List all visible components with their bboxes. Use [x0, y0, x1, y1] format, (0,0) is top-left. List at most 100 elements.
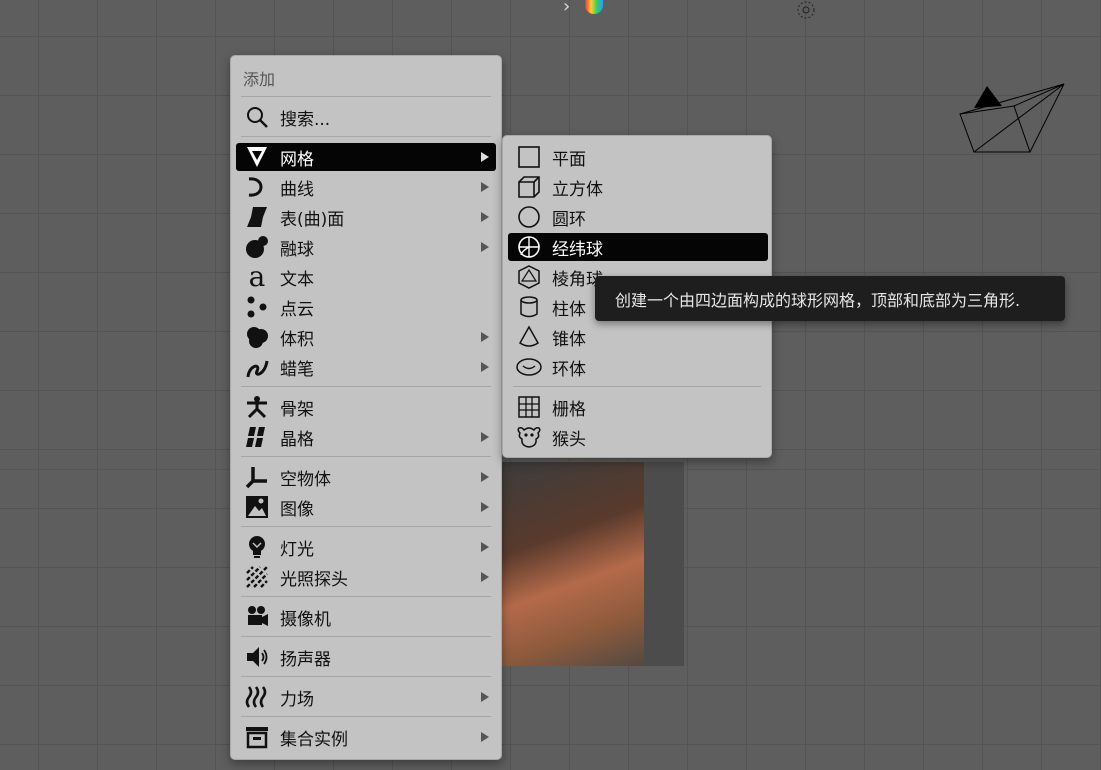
text-icon: a — [248, 260, 266, 293]
divider — [241, 676, 491, 677]
speaker-icon — [244, 644, 270, 670]
origin-target-icon — [797, 1, 815, 19]
divider — [241, 456, 491, 457]
submenu-item-torus[interactable]: 环体 — [508, 353, 768, 381]
menu-item-speaker[interactable]: 扬声器 — [236, 643, 496, 671]
menu-item-metaball[interactable]: 融球 — [236, 233, 496, 261]
light-icon — [244, 534, 270, 560]
menu-item-force-field[interactable]: 力场 — [236, 683, 496, 711]
cone-icon — [516, 324, 542, 350]
menu-item-grease-pencil[interactable]: 蜡笔 — [236, 353, 496, 381]
menu-item-image[interactable]: 图像 — [236, 493, 496, 521]
menu-item-label: 空物体 — [280, 469, 331, 490]
menu-item-label: 图像 — [280, 499, 314, 520]
divider — [241, 386, 491, 387]
submenu-arrow-icon — [481, 182, 489, 192]
menu-item-label: 晶格 — [280, 429, 314, 450]
search-icon — [244, 104, 270, 130]
curve-icon — [244, 174, 270, 200]
plane-icon — [516, 144, 542, 170]
menu-item-label: 灯光 — [280, 539, 314, 560]
menu-item-label: 骨架 — [280, 399, 314, 420]
torus-icon — [516, 354, 542, 380]
menu-item-mesh[interactable]: 网格 — [236, 143, 496, 171]
submenu-item-label: 锥体 — [552, 329, 586, 350]
menu-item-label: 点云 — [280, 299, 314, 320]
submenu-item-plane[interactable]: 平面 — [508, 143, 768, 171]
submenu-arrow-icon — [481, 242, 489, 252]
menu-item-label: 网格 — [280, 149, 314, 170]
submenu-item-label: 圆环 — [552, 209, 586, 230]
submenu-arrow-icon — [481, 212, 489, 222]
menu-item-label: 摄像机 — [280, 609, 331, 630]
submenu-item-label: 栅格 — [552, 399, 586, 420]
submenu-arrow-icon — [481, 472, 489, 482]
menu-item-surface[interactable]: 表(曲)面 — [236, 203, 496, 231]
menu-item-empty[interactable]: 空物体 — [236, 463, 496, 491]
mesh-icon — [244, 144, 270, 170]
search-menu-item[interactable]: 搜索... — [236, 103, 496, 131]
submenu-item-cone[interactable]: 锥体 — [508, 323, 768, 351]
camera-icon — [244, 604, 270, 630]
menu-item-camera[interactable]: 摄像机 — [236, 603, 496, 631]
menu-item-label: 力场 — [280, 689, 314, 710]
menu-item-lattice[interactable]: 晶格 — [236, 423, 496, 451]
submenu-item-monkey[interactable]: 猴头 — [508, 423, 768, 451]
surface-icon — [244, 204, 270, 230]
grease-pencil-icon — [244, 354, 270, 380]
viewport-image-object — [500, 462, 684, 666]
menu-item-text[interactable]: a 文本 — [236, 263, 496, 291]
cube-icon — [516, 174, 542, 200]
submenu-item-cube[interactable]: 立方体 — [508, 173, 768, 201]
lattice-icon — [244, 424, 270, 450]
menu-item-armature[interactable]: 骨架 — [236, 393, 496, 421]
light-probe-icon — [244, 564, 270, 590]
menu-item-label: 集合实例 — [280, 729, 348, 750]
shading-gizmo-icon[interactable] — [585, 0, 603, 14]
menu-item-pointcloud[interactable]: 点云 — [236, 293, 496, 321]
submenu-item-label: 环体 — [552, 359, 586, 380]
menu-item-light-probe[interactable]: 光照探头 — [236, 563, 496, 591]
tooltip-text: 创建一个由四边面构成的球形网格，顶部和底部为三角形. — [615, 290, 1021, 310]
submenu-item-label: 猴头 — [552, 429, 586, 450]
submenu-arrow-icon — [481, 332, 489, 342]
menu-item-label: 体积 — [280, 329, 314, 350]
menu-item-volume[interactable]: 体积 — [236, 323, 496, 351]
image-icon — [244, 494, 270, 520]
submenu-arrow-icon — [481, 152, 489, 162]
divider — [241, 136, 491, 137]
menu-item-curve[interactable]: 曲线 — [236, 173, 496, 201]
submenu-arrow-icon — [481, 362, 489, 372]
submenu-arrow-icon — [481, 542, 489, 552]
camera-object-icon — [959, 83, 1065, 153]
divider — [241, 96, 491, 97]
ico-sphere-icon — [516, 264, 542, 290]
submenu-item-grid[interactable]: 栅格 — [508, 393, 768, 421]
armature-icon — [244, 394, 270, 420]
menu-item-collection-instance[interactable]: 集合实例 — [236, 723, 496, 751]
tooltip: 创建一个由四边面构成的球形网格，顶部和底部为三角形. — [595, 276, 1065, 321]
menu-item-light[interactable]: 灯光 — [236, 533, 496, 561]
divider — [241, 716, 491, 717]
divider — [513, 386, 761, 387]
menu-item-label: 文本 — [280, 269, 314, 290]
monkey-icon — [516, 424, 542, 450]
chevron-right-icon[interactable]: › — [563, 0, 570, 17]
submenu-arrow-icon — [481, 572, 489, 582]
divider — [241, 636, 491, 637]
submenu-arrow-icon — [481, 502, 489, 512]
empty-icon — [244, 464, 270, 490]
menu-item-label: 扬声器 — [280, 649, 331, 670]
metaball-icon — [244, 234, 270, 260]
menu-item-label: 蜡笔 — [280, 359, 314, 380]
submenu-arrow-icon — [481, 692, 489, 702]
add-menu: 添加 搜索... 网格 曲线 表(曲)面 融球 a 文本 点云 体积 蜡笔 骨架… — [230, 55, 502, 760]
submenu-item-circle[interactable]: 圆环 — [508, 203, 768, 231]
uv-sphere-icon — [516, 234, 542, 260]
menu-header: 添加 — [243, 70, 276, 89]
force-field-icon — [244, 684, 270, 710]
divider — [241, 596, 491, 597]
submenu-item-uv-sphere[interactable]: 经纬球 — [508, 233, 768, 261]
volume-icon — [244, 324, 270, 350]
menu-item-label: 融球 — [280, 239, 314, 260]
